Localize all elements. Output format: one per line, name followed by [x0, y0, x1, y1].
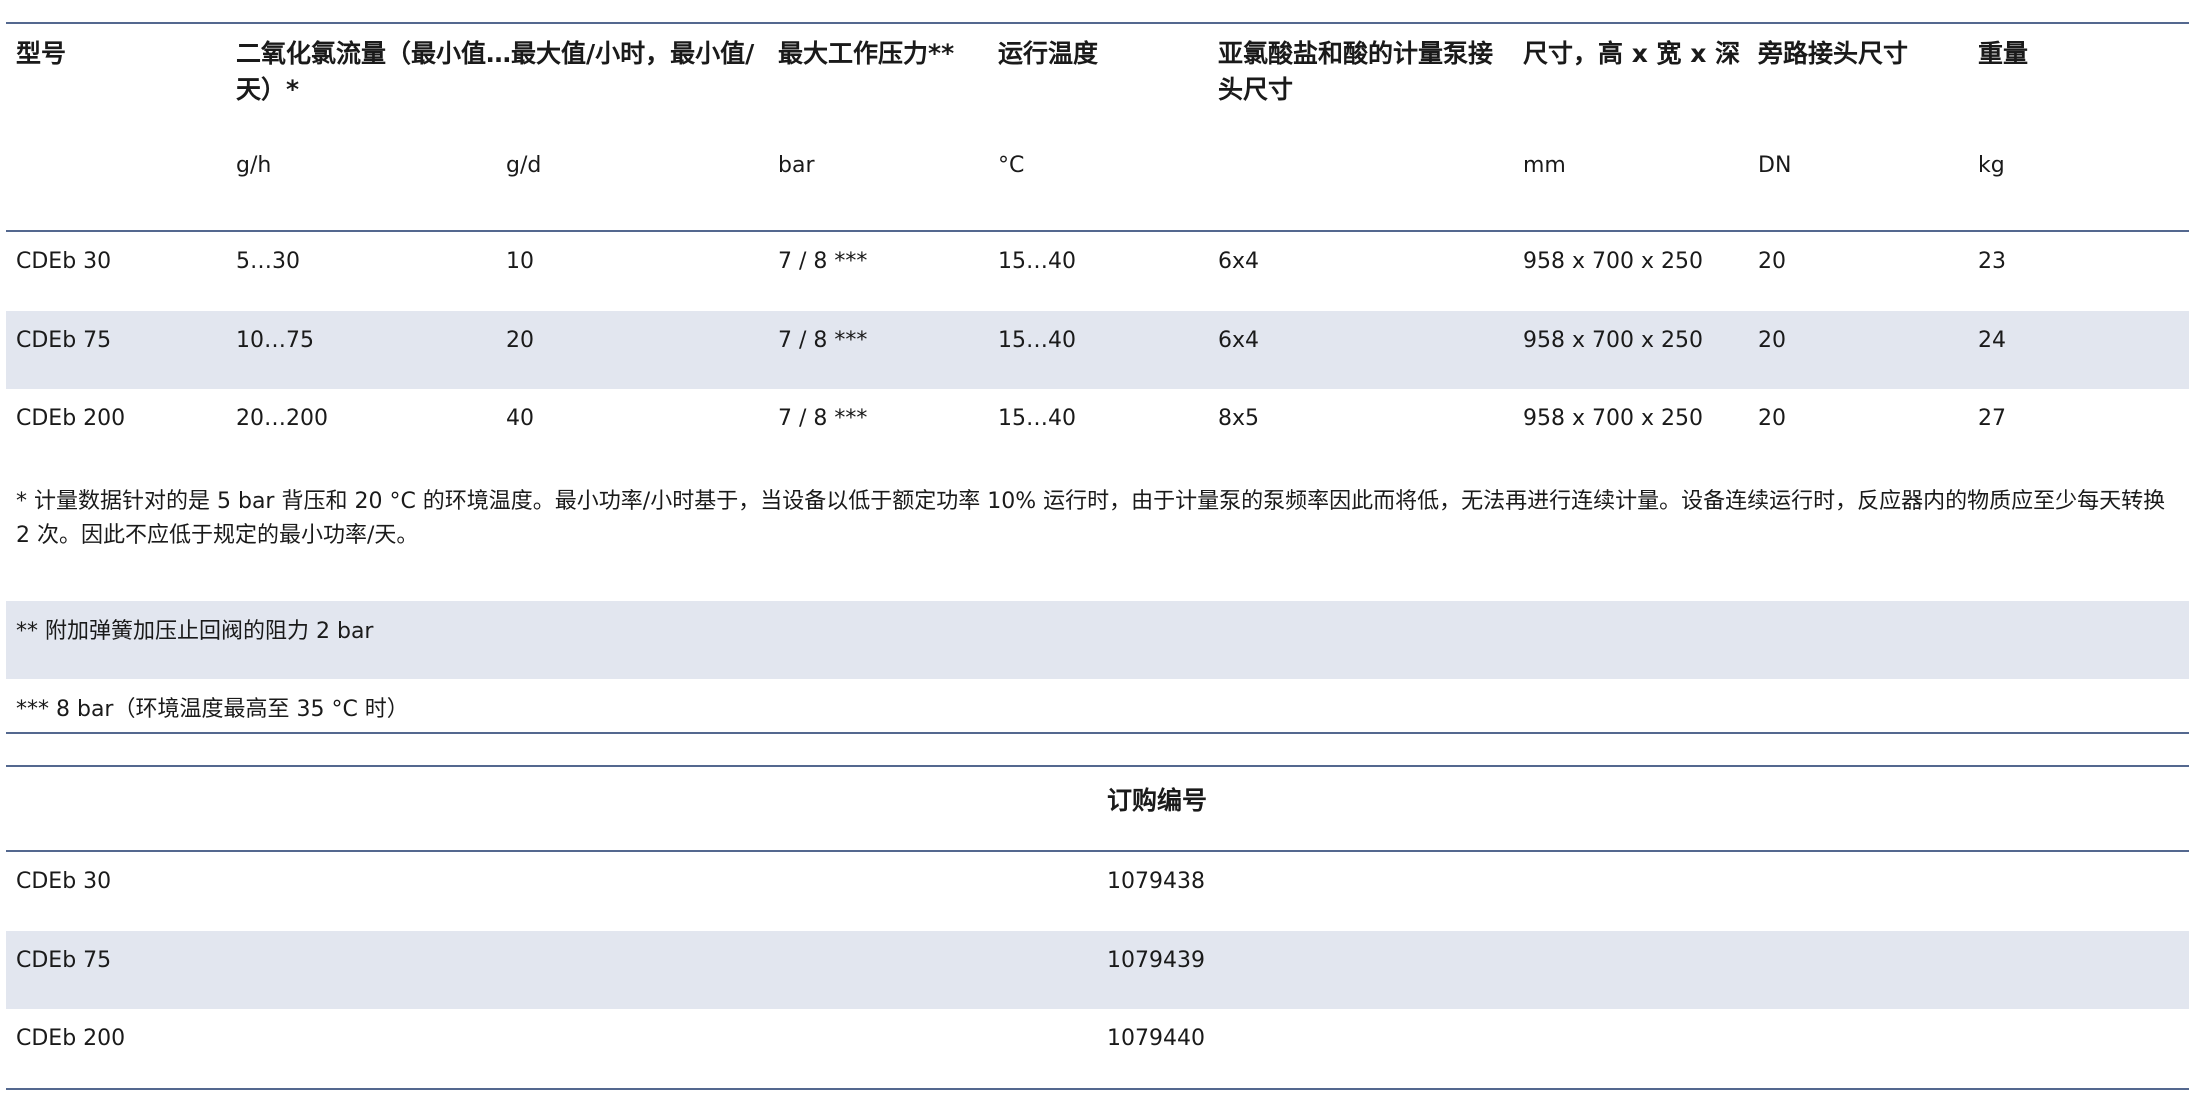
cell-flow-h: 20…200	[236, 406, 328, 431]
header-flow: 二氧化氯流量（最小值…最大值/小时，最小值/天）*	[236, 39, 755, 104]
cell-flow-d: 20	[506, 328, 534, 353]
cell-bypass: 20	[1758, 328, 1786, 353]
cell-dimensions: 958 x 700 x 250	[1523, 328, 1703, 353]
footnote-row: * 计量数据针对的是 5 bar 背压和 20 °C 的环境温度。最小功率/小时…	[6, 467, 2189, 601]
footnote-row: ** 附加弹簧加压止回阀的阻力 2 bar	[6, 601, 2189, 679]
spec-header-row: 型号 二氧化氯流量（最小值…最大值/小时，最小值/天）* 最大工作压力** 运行…	[6, 24, 2189, 142]
cell-weight: 23	[1978, 249, 2006, 274]
spec-table: 型号 二氧化氯流量（最小值…最大值/小时，最小值/天）* 最大工作压力** 运行…	[6, 22, 2189, 734]
cell-bypass: 20	[1758, 249, 1786, 274]
header-pump-connection: 亚氯酸盐和酸的计量泵接头尺寸	[1218, 39, 1494, 104]
order-table: 订购编号 CDEb 30 1079438 CDEb 75 1079439 CDE…	[6, 765, 2189, 1090]
footnote-row: *** 8 bar（环境温度最高至 35 °C 时）	[6, 679, 2189, 755]
cell-pressure: 7 / 8 ***	[778, 249, 868, 274]
spec-units-row: g/h g/d bar °C mm DN kg	[6, 142, 2189, 230]
cell-weight: 24	[1978, 328, 2006, 353]
order-header-row: 订购编号	[6, 767, 2189, 850]
header-temperature: 运行温度	[998, 39, 1099, 68]
header-dimensions: 尺寸，高 x 宽 x 深	[1523, 39, 1741, 68]
order-number: 1079439	[1107, 948, 1205, 973]
header-weight: 重量	[1978, 39, 2029, 68]
cell-flow-h: 10…75	[236, 328, 314, 353]
cell-weight: 27	[1978, 406, 2006, 431]
cell-flow-d: 10	[506, 249, 534, 274]
header-bypass: 旁路接头尺寸	[1758, 39, 1909, 68]
unit-dimensions: mm	[1523, 153, 1566, 178]
cell-bypass: 20	[1758, 406, 1786, 431]
unit-flow-h: g/h	[236, 153, 272, 178]
unit-bypass: DN	[1758, 153, 1792, 178]
table-row: CDEb 75 10…75 20 7 / 8 *** 15…40 6x4 958…	[6, 311, 2189, 389]
table-row: CDEb 30 1079438	[6, 852, 2189, 931]
cell-pressure: 7 / 8 ***	[778, 406, 868, 431]
cell-dimensions: 958 x 700 x 250	[1523, 406, 1703, 431]
table-row: CDEb 75 1079439	[6, 931, 2189, 1009]
table-row: CDEb 200 20…200 40 7 / 8 *** 15…40 8x5 9…	[6, 389, 2189, 467]
cell-flow-h: 5…30	[236, 249, 300, 274]
order-number: 1079438	[1107, 869, 1205, 894]
unit-weight: kg	[1978, 153, 2005, 178]
footnote-temperature: *** 8 bar（环境温度最高至 35 °C 时）	[16, 697, 409, 722]
order-model: CDEb 200	[16, 1026, 126, 1051]
unit-temperature: °C	[998, 153, 1025, 178]
order-model: CDEb 30	[16, 869, 112, 894]
cell-temperature: 15…40	[998, 328, 1076, 353]
order-model: CDEb 75	[16, 948, 112, 973]
order-number: 1079440	[1107, 1026, 1205, 1051]
cell-flow-d: 40	[506, 406, 534, 431]
cell-model: CDEb 75	[16, 328, 112, 353]
footnote-pressure: ** 附加弹簧加压止回阀的阻力 2 bar	[16, 619, 374, 644]
cell-temperature: 15…40	[998, 249, 1076, 274]
table-row: CDEb 200 1079440	[6, 1009, 2189, 1087]
cell-temperature: 15…40	[998, 406, 1076, 431]
cell-pump-connection: 6x4	[1218, 249, 1260, 274]
cell-pump-connection: 8x5	[1218, 406, 1260, 431]
unit-pressure: bar	[778, 153, 815, 178]
cell-pump-connection: 6x4	[1218, 328, 1260, 353]
footnote-flow: * 计量数据针对的是 5 bar 背压和 20 °C 的环境温度。最小功率/小时…	[16, 489, 2166, 548]
header-pressure: 最大工作压力**	[778, 39, 955, 68]
unit-flow-d: g/d	[506, 153, 542, 178]
cell-model: CDEb 30	[16, 249, 112, 274]
table-row: CDEb 30 5…30 10 7 / 8 *** 15…40 6x4 958 …	[6, 232, 2189, 311]
header-order-number: 订购编号	[1107, 786, 1208, 815]
header-model: 型号	[16, 39, 67, 68]
cell-pressure: 7 / 8 ***	[778, 328, 868, 353]
cell-dimensions: 958 x 700 x 250	[1523, 249, 1703, 274]
cell-model: CDEb 200	[16, 406, 126, 431]
